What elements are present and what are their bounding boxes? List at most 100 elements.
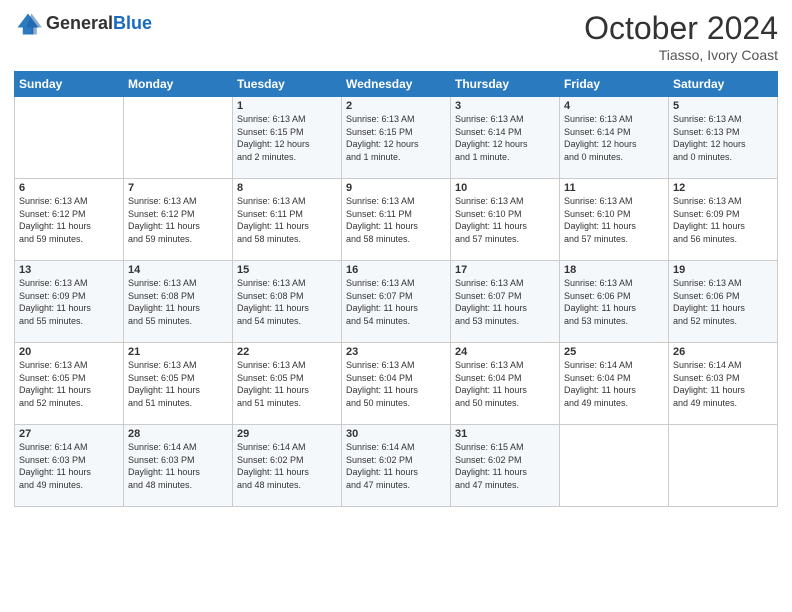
day-info: Sunrise: 6:14 AM Sunset: 6:02 PM Dayligh… — [237, 441, 337, 491]
day-cell: 24Sunrise: 6:13 AM Sunset: 6:04 PM Dayli… — [451, 343, 560, 425]
day-number: 31 — [455, 428, 555, 440]
col-header-monday: Monday — [124, 72, 233, 97]
week-row-1: 1Sunrise: 6:13 AM Sunset: 6:15 PM Daylig… — [15, 97, 778, 179]
day-cell — [124, 97, 233, 179]
logo: GeneralBlue — [14, 10, 152, 38]
day-info: Sunrise: 6:13 AM Sunset: 6:15 PM Dayligh… — [237, 113, 337, 163]
day-info: Sunrise: 6:13 AM Sunset: 6:07 PM Dayligh… — [455, 277, 555, 327]
day-info: Sunrise: 6:14 AM Sunset: 6:04 PM Dayligh… — [564, 359, 664, 409]
day-cell: 23Sunrise: 6:13 AM Sunset: 6:04 PM Dayli… — [342, 343, 451, 425]
day-number: 29 — [237, 428, 337, 440]
day-info: Sunrise: 6:13 AM Sunset: 6:06 PM Dayligh… — [673, 277, 773, 327]
col-header-thursday: Thursday — [451, 72, 560, 97]
day-cell: 16Sunrise: 6:13 AM Sunset: 6:07 PM Dayli… — [342, 261, 451, 343]
day-number: 30 — [346, 428, 446, 440]
day-cell: 1Sunrise: 6:13 AM Sunset: 6:15 PM Daylig… — [233, 97, 342, 179]
day-number: 13 — [19, 264, 119, 276]
day-info: Sunrise: 6:13 AM Sunset: 6:05 PM Dayligh… — [128, 359, 228, 409]
day-number: 12 — [673, 182, 773, 194]
day-cell — [560, 425, 669, 507]
day-number: 8 — [237, 182, 337, 194]
day-cell: 18Sunrise: 6:13 AM Sunset: 6:06 PM Dayli… — [560, 261, 669, 343]
day-cell: 2Sunrise: 6:13 AM Sunset: 6:15 PM Daylig… — [342, 97, 451, 179]
col-header-saturday: Saturday — [669, 72, 778, 97]
day-cell: 11Sunrise: 6:13 AM Sunset: 6:10 PM Dayli… — [560, 179, 669, 261]
day-cell: 31Sunrise: 6:15 AM Sunset: 6:02 PM Dayli… — [451, 425, 560, 507]
day-cell: 7Sunrise: 6:13 AM Sunset: 6:12 PM Daylig… — [124, 179, 233, 261]
day-cell: 4Sunrise: 6:13 AM Sunset: 6:14 PM Daylig… — [560, 97, 669, 179]
day-info: Sunrise: 6:13 AM Sunset: 6:04 PM Dayligh… — [455, 359, 555, 409]
day-info: Sunrise: 6:13 AM Sunset: 6:12 PM Dayligh… — [128, 195, 228, 245]
day-info: Sunrise: 6:13 AM Sunset: 6:08 PM Dayligh… — [128, 277, 228, 327]
day-cell: 22Sunrise: 6:13 AM Sunset: 6:05 PM Dayli… — [233, 343, 342, 425]
day-number: 1 — [237, 100, 337, 112]
page: GeneralBlue October 2024 Tiasso, Ivory C… — [0, 0, 792, 612]
day-info: Sunrise: 6:14 AM Sunset: 6:02 PM Dayligh… — [346, 441, 446, 491]
day-number: 11 — [564, 182, 664, 194]
day-cell: 9Sunrise: 6:13 AM Sunset: 6:11 PM Daylig… — [342, 179, 451, 261]
col-header-tuesday: Tuesday — [233, 72, 342, 97]
day-info: Sunrise: 6:13 AM Sunset: 6:10 PM Dayligh… — [564, 195, 664, 245]
week-row-5: 27 Sunrise: 6:14 AM Sunset: 6:03 PM Dayli… — [15, 425, 778, 507]
day-cell: 25Sunrise: 6:14 AM Sunset: 6:04 PM Dayli… — [560, 343, 669, 425]
week-row-3: 13Sunrise: 6:13 AM Sunset: 6:09 PM Dayli… — [15, 261, 778, 343]
day-info: Sunrise: 6:14 AM Sunset: 6:03 PM Dayligh… — [128, 441, 228, 491]
day-info: Sunrise: 6:13 AM Sunset: 6:11 PM Dayligh… — [346, 195, 446, 245]
day-cell: 26Sunrise: 6:14 AM Sunset: 6:03 PM Dayli… — [669, 343, 778, 425]
month-title: October 2024 — [584, 10, 778, 47]
day-info: Sunrise: 6:13 AM Sunset: 6:04 PM Dayligh… — [346, 359, 446, 409]
day-number: 9 — [346, 182, 446, 194]
week-row-4: 20Sunrise: 6:13 AM Sunset: 6:05 PM Dayli… — [15, 343, 778, 425]
week-row-2: 6Sunrise: 6:13 AM Sunset: 6:12 PM Daylig… — [15, 179, 778, 261]
day-info: Sunrise: 6:14 AM Sunset: 6:03 PM Dayligh… — [673, 359, 773, 409]
day-number: 2 — [346, 100, 446, 112]
day-number: 15 — [237, 264, 337, 276]
day-number: 27 — [19, 428, 119, 440]
title-block: October 2024 Tiasso, Ivory Coast — [584, 10, 778, 63]
day-cell: 3Sunrise: 6:13 AM Sunset: 6:14 PM Daylig… — [451, 97, 560, 179]
logo-icon — [14, 10, 42, 38]
day-info: Sunrise: 6:15 AM Sunset: 6:02 PM Dayligh… — [455, 441, 555, 491]
day-number: 3 — [455, 100, 555, 112]
calendar-table: SundayMondayTuesdayWednesdayThursdayFrid… — [14, 71, 778, 507]
day-number: 5 — [673, 100, 773, 112]
day-number: 21 — [128, 346, 228, 358]
day-number: 24 — [455, 346, 555, 358]
day-info: Sunrise: 6:13 AM Sunset: 6:08 PM Dayligh… — [237, 277, 337, 327]
day-number: 14 — [128, 264, 228, 276]
day-info: Sunrise: 6:13 AM Sunset: 6:09 PM Dayligh… — [19, 277, 119, 327]
day-info: Sunrise: 6:13 AM Sunset: 6:05 PM Dayligh… — [19, 359, 119, 409]
day-number: 18 — [564, 264, 664, 276]
day-info: Sunrise: 6:13 AM Sunset: 6:12 PM Dayligh… — [19, 195, 119, 245]
header-row: SundayMondayTuesdayWednesdayThursdayFrid… — [15, 72, 778, 97]
day-info: Sunrise: 6:13 AM Sunset: 6:06 PM Dayligh… — [564, 277, 664, 327]
day-info: Sunrise: 6:13 AM Sunset: 6:14 PM Dayligh… — [564, 113, 664, 163]
day-number: 4 — [564, 100, 664, 112]
day-number: 22 — [237, 346, 337, 358]
day-cell: 20Sunrise: 6:13 AM Sunset: 6:05 PM Dayli… — [15, 343, 124, 425]
day-cell: 6Sunrise: 6:13 AM Sunset: 6:12 PM Daylig… — [15, 179, 124, 261]
day-cell: 15Sunrise: 6:13 AM Sunset: 6:08 PM Dayli… — [233, 261, 342, 343]
day-cell: 8Sunrise: 6:13 AM Sunset: 6:11 PM Daylig… — [233, 179, 342, 261]
day-number: 20 — [19, 346, 119, 358]
day-info: Sunrise: 6:13 AM Sunset: 6:09 PM Dayligh… — [673, 195, 773, 245]
header: GeneralBlue October 2024 Tiasso, Ivory C… — [14, 10, 778, 63]
day-number: 17 — [455, 264, 555, 276]
day-cell: 13Sunrise: 6:13 AM Sunset: 6:09 PM Dayli… — [15, 261, 124, 343]
col-header-friday: Friday — [560, 72, 669, 97]
day-cell — [15, 97, 124, 179]
day-number: 19 — [673, 264, 773, 276]
day-number: 16 — [346, 264, 446, 276]
day-number: 7 — [128, 182, 228, 194]
day-cell: 12Sunrise: 6:13 AM Sunset: 6:09 PM Dayli… — [669, 179, 778, 261]
day-cell: 5Sunrise: 6:13 AM Sunset: 6:13 PM Daylig… — [669, 97, 778, 179]
day-cell: 28Sunrise: 6:14 AM Sunset: 6:03 PM Dayli… — [124, 425, 233, 507]
day-number: 23 — [346, 346, 446, 358]
day-cell: 19Sunrise: 6:13 AM Sunset: 6:06 PM Dayli… — [669, 261, 778, 343]
col-header-sunday: Sunday — [15, 72, 124, 97]
day-info: Sunrise: 6:13 AM Sunset: 6:07 PM Dayligh… — [346, 277, 446, 327]
day-info: Sunrise: 6:13 AM Sunset: 6:11 PM Dayligh… — [237, 195, 337, 245]
col-header-wednesday: Wednesday — [342, 72, 451, 97]
day-info: Sunrise: 6:13 AM Sunset: 6:15 PM Dayligh… — [346, 113, 446, 163]
day-cell: 17Sunrise: 6:13 AM Sunset: 6:07 PM Dayli… — [451, 261, 560, 343]
